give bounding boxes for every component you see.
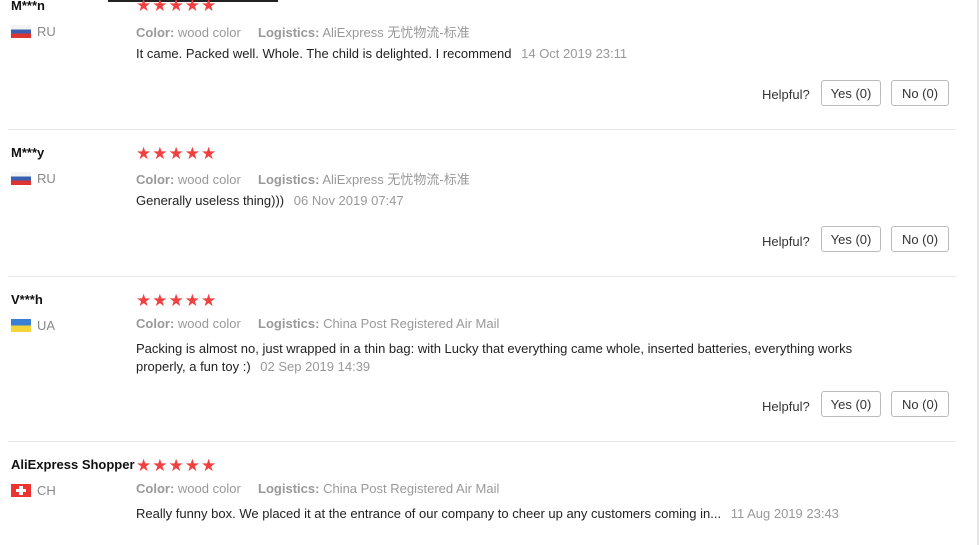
color-value: wood color	[177, 172, 241, 187]
color-label: Color:	[136, 172, 175, 187]
color-value: wood color	[177, 316, 241, 331]
review-body: Generally useless thing)))	[136, 193, 285, 208]
helpful-no-button[interactable]: No (0)	[891, 391, 949, 417]
reviewer-name: M***n	[11, 0, 45, 13]
review-body: Packing is almost no, just wrapped in a …	[136, 341, 853, 374]
logistics-value: AliExpress 无忧物流-标准	[322, 25, 470, 40]
logistics-value: China Post Registered Air Mail	[323, 481, 500, 496]
reviewer-country: UA	[11, 318, 55, 333]
review-meta: Color: wood color Logistics: AliExpress …	[136, 169, 470, 188]
reviewer-name: AliExpress Shopper	[11, 457, 135, 472]
logistics-label: Logistics:	[258, 172, 320, 187]
helpful-label: Helpful?	[762, 234, 810, 249]
review-text: It came. Packed well. Whole. The child i…	[136, 45, 856, 63]
review-meta: Color: wood color Logistics: China Post …	[136, 481, 499, 496]
review-text: Really funny box. We placed it at the en…	[136, 505, 856, 523]
review-item: M***y RU ★★★★★ Color: wood color Logisti…	[0, 130, 956, 276]
reviewer-country: CH	[11, 483, 56, 498]
review-date: 14 Oct 2019 23:11	[521, 46, 628, 61]
reviewer-country: RU	[11, 24, 56, 39]
helpful-label: Helpful?	[762, 87, 810, 102]
color-value: wood color	[177, 25, 241, 40]
logistics-label: Logistics:	[258, 316, 320, 331]
country-code: CH	[37, 483, 56, 498]
reviewer-country: RU	[11, 171, 56, 186]
country-code: RU	[37, 171, 56, 186]
russia-flag-icon	[11, 25, 31, 38]
reviewer-name: M***y	[11, 145, 45, 160]
color-value: wood color	[177, 481, 241, 496]
logistics-label: Logistics:	[258, 25, 320, 40]
review-item: M***n RU ★★★★★ Color: wood color Logisti…	[0, 0, 956, 130]
country-code: UA	[37, 318, 56, 333]
color-label: Color:	[136, 481, 175, 496]
review-date: 06 Nov 2019 07:47	[293, 193, 404, 208]
helpful-label: Helpful?	[762, 399, 810, 414]
ukraine-flag-icon	[11, 319, 31, 332]
country-code: RU	[37, 24, 56, 39]
review-text: Packing is almost no, just wrapped in a …	[136, 340, 856, 376]
color-label: Color:	[136, 25, 175, 40]
review-text: Generally useless thing))) 06 Nov 2019 0…	[136, 192, 856, 210]
review-meta: Color: wood color Logistics: China Post …	[136, 316, 499, 331]
helpful-yes-button[interactable]: Yes (0)	[821, 80, 881, 106]
review-item: V***h UA ★★★★★ Color: wood color Logisti…	[0, 277, 956, 441]
helpful-yes-button[interactable]: Yes (0)	[821, 391, 881, 417]
helpful-yes-button[interactable]: Yes (0)	[821, 226, 881, 252]
logistics-label: Logistics:	[258, 481, 320, 496]
review-body: Really funny box. We placed it at the en…	[136, 506, 722, 521]
review-meta: Color: wood color Logistics: AliExpress …	[136, 22, 470, 41]
logistics-value: AliExpress 无忧物流-标准	[322, 172, 470, 187]
reviewer-name: V***h	[11, 292, 43, 307]
star-rating: ★★★★★	[136, 0, 218, 15]
logistics-value: China Post Registered Air Mail	[323, 316, 500, 331]
review-date: 11 Aug 2019 23:43	[730, 506, 839, 521]
star-rating: ★★★★★	[136, 456, 218, 475]
switzerland-flag-icon	[11, 484, 31, 497]
review-item: AliExpress Shopper CH ★★★★★ Color: wood …	[0, 442, 956, 545]
russia-flag-icon	[11, 172, 31, 185]
review-body: It came. Packed well. Whole. The child i…	[136, 46, 512, 61]
color-label: Color:	[136, 316, 175, 331]
helpful-no-button[interactable]: No (0)	[891, 80, 949, 106]
review-date: 02 Sep 2019 14:39	[260, 359, 371, 374]
helpful-no-button[interactable]: No (0)	[891, 226, 949, 252]
star-rating: ★★★★★	[136, 291, 218, 310]
star-rating: ★★★★★	[136, 144, 218, 163]
